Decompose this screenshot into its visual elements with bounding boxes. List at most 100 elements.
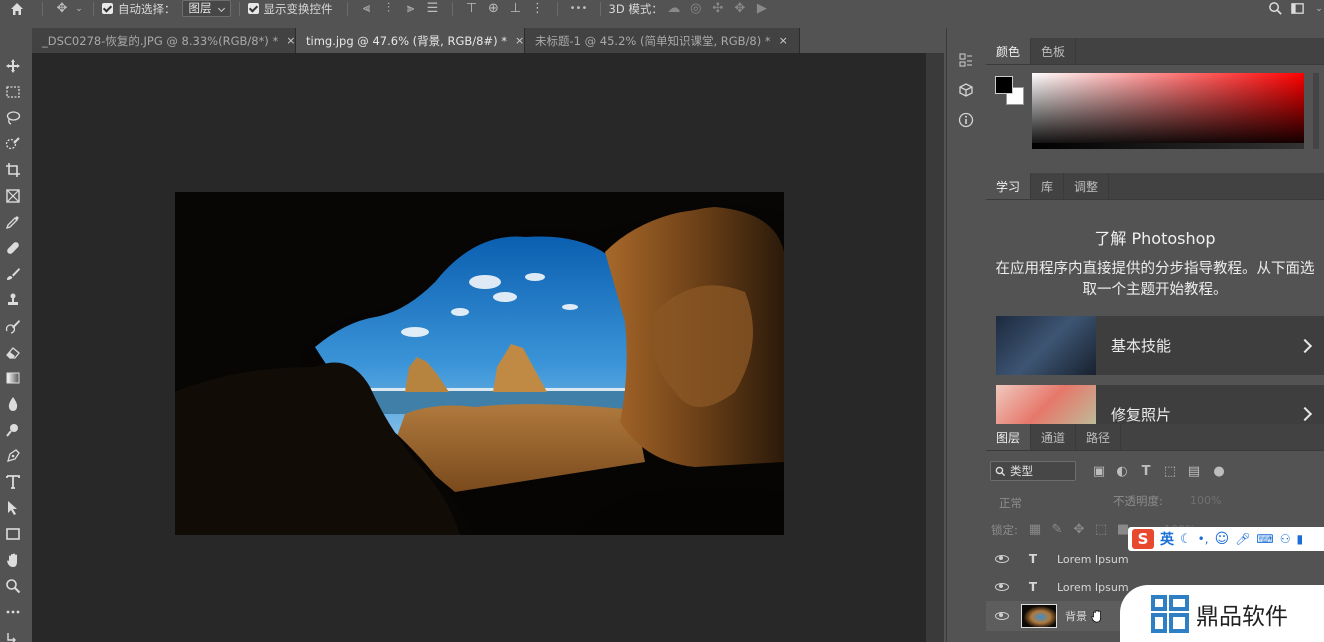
color-scrollbar[interactable] bbox=[1313, 73, 1319, 149]
punctuation-icon[interactable]: •, bbox=[1198, 532, 1209, 546]
document-image[interactable] bbox=[175, 192, 784, 535]
learn-item-basic-skills[interactable]: 基本技能 bbox=[996, 316, 1324, 375]
crop-tool-icon[interactable] bbox=[0, 157, 26, 183]
more-options-button[interactable]: ••• bbox=[566, 0, 592, 17]
3d-roll-icon[interactable]: ◎ bbox=[685, 0, 707, 17]
align-top-icon[interactable]: ⊤ bbox=[461, 0, 483, 17]
workspace-icon[interactable] bbox=[1286, 0, 1308, 17]
eye-icon[interactable] bbox=[995, 555, 1009, 563]
history-panel-icon[interactable] bbox=[947, 45, 984, 75]
opacity-value[interactable]: 100% bbox=[1190, 494, 1221, 507]
distribute-vertical-icon[interactable]: ⋮ bbox=[527, 0, 549, 17]
rectangle-tool-icon[interactable] bbox=[0, 521, 26, 547]
3d-camera-icon[interactable]: ▶ bbox=[751, 0, 773, 17]
filter-shape-icon[interactable]: ⬚ bbox=[1159, 463, 1181, 480]
checkbox-checked-icon[interactable] bbox=[247, 3, 259, 14]
align-bottom-icon[interactable]: ⊥ bbox=[505, 0, 527, 17]
separator bbox=[93, 1, 94, 16]
close-icon[interactable]: × bbox=[515, 34, 524, 47]
tab-paths[interactable]: 路径 bbox=[1076, 424, 1122, 450]
tab-document-1[interactable]: _DSC0278-恢复的.JPG @ 8.33%(RGB/8*) * × bbox=[32, 28, 296, 53]
swap-colors-icon[interactable] bbox=[0, 625, 26, 642]
tab-channels[interactable]: 通道 bbox=[1031, 424, 1077, 450]
toolbox-icon[interactable]: ▮ bbox=[1297, 532, 1304, 546]
close-icon[interactable]: × bbox=[779, 34, 788, 47]
ime-language-toggle[interactable]: 英 bbox=[1160, 529, 1174, 549]
tab-adjustments[interactable]: 调整 bbox=[1064, 173, 1110, 199]
user-icon[interactable]: ⚇ bbox=[1280, 532, 1291, 546]
align-middle-icon[interactable]: ⊕ bbox=[483, 0, 505, 17]
clone-stamp-tool-icon[interactable] bbox=[0, 287, 26, 313]
auto-select-checkbox[interactable]: 自动选择： bbox=[102, 0, 176, 17]
auto-select-dropdown[interactable]: 图层 bbox=[181, 0, 231, 17]
lock-position-icon[interactable]: ✥ bbox=[1068, 521, 1090, 538]
distribute-icon[interactable]: ☰ bbox=[422, 0, 444, 17]
filter-pixel-icon[interactable]: ▣ bbox=[1088, 463, 1110, 480]
tab-swatches[interactable]: 色板 bbox=[1031, 38, 1077, 64]
quick-selection-tool-icon[interactable] bbox=[0, 131, 26, 157]
align-center-icon[interactable]: ⫶ bbox=[378, 0, 400, 17]
chevron-down-icon[interactable]: ⌄ bbox=[1314, 0, 1324, 17]
move-tool-icon[interactable] bbox=[0, 53, 26, 79]
align-left-icon[interactable]: ⫷ bbox=[356, 0, 378, 17]
tab-libraries[interactable]: 库 bbox=[1031, 173, 1065, 199]
sogou-logo-icon[interactable]: S bbox=[1132, 529, 1154, 549]
align-right-icon[interactable]: ⫸ bbox=[400, 0, 422, 17]
edit-toolbar-icon[interactable] bbox=[0, 599, 26, 625]
eraser-tool-icon[interactable] bbox=[0, 339, 26, 365]
hand-tool-icon[interactable] bbox=[0, 547, 26, 573]
brush-tool-icon[interactable] bbox=[0, 261, 26, 287]
3d-pan-icon[interactable]: ✣ bbox=[707, 0, 729, 17]
filter-type-icon[interactable]: T bbox=[1135, 463, 1157, 480]
vertical-scrollbar[interactable] bbox=[926, 53, 944, 642]
home-icon[interactable] bbox=[0, 0, 34, 17]
checkbox-checked-icon[interactable] bbox=[102, 3, 113, 14]
history-brush-tool-icon[interactable] bbox=[0, 313, 26, 339]
chevron-down-icon[interactable]: ⌄ bbox=[73, 0, 85, 17]
color-spectrum-bar[interactable] bbox=[1032, 143, 1304, 149]
foreground-color-swatch[interactable] bbox=[995, 76, 1013, 94]
emoji-icon[interactable]: ☺ bbox=[1215, 531, 1230, 547]
learn-item-fix-photos[interactable]: 修复照片 bbox=[996, 385, 1324, 425]
tab-document-2[interactable]: timg.jpg @ 47.6% (背景, RGB/8#) * × bbox=[296, 28, 525, 53]
moon-icon[interactable]: ☾ bbox=[1180, 532, 1192, 547]
show-transform-checkbox[interactable]: 显示变换控件 bbox=[247, 0, 333, 17]
gradient-tool-icon[interactable] bbox=[0, 365, 26, 391]
search-icon[interactable] bbox=[1264, 0, 1286, 17]
type-tool-icon[interactable] bbox=[0, 469, 26, 495]
lock-artboard-icon[interactable]: ⬚ bbox=[1090, 521, 1112, 538]
3d-orbit-icon[interactable]: ☁ bbox=[663, 0, 685, 17]
filter-smart-object-icon[interactable]: ▤ bbox=[1183, 463, 1205, 480]
3d-slide-icon[interactable]: ✥ bbox=[729, 0, 751, 17]
tab-layers[interactable]: 图层 bbox=[986, 424, 1032, 450]
keyboard-icon[interactable]: ⌨ bbox=[1256, 532, 1273, 546]
filter-toggle-icon[interactable]: ● bbox=[1208, 463, 1230, 480]
3d-panel-icon[interactable] bbox=[947, 75, 984, 105]
marquee-tool-icon[interactable] bbox=[0, 79, 26, 105]
zoom-tool-icon[interactable] bbox=[0, 573, 26, 599]
path-selection-tool-icon[interactable] bbox=[0, 495, 26, 521]
frame-tool-icon[interactable] bbox=[0, 183, 26, 209]
lasso-tool-icon[interactable] bbox=[0, 105, 26, 131]
close-icon[interactable]: × bbox=[286, 34, 295, 47]
microphone-icon[interactable]: 🎤︎ bbox=[1235, 532, 1250, 546]
tab-color[interactable]: 颜色 bbox=[986, 38, 1032, 64]
tab-document-3[interactable]: 未标题-1 @ 45.2% (简单知识课堂, RGB/8) * × bbox=[525, 28, 800, 53]
healing-brush-tool-icon[interactable] bbox=[0, 235, 26, 261]
filter-adjustment-icon[interactable]: ◐ bbox=[1111, 463, 1133, 480]
eyedropper-tool-icon[interactable] bbox=[0, 209, 26, 235]
pen-tool-icon[interactable] bbox=[0, 443, 26, 469]
color-field[interactable] bbox=[1032, 73, 1304, 149]
eye-icon[interactable] bbox=[995, 583, 1009, 591]
tab-learn[interactable]: 学习 bbox=[986, 173, 1032, 199]
layers-panel-tabs: 图层 通道 路径 bbox=[986, 424, 1324, 451]
layer-filter-dropdown[interactable]: 类型 bbox=[990, 461, 1076, 481]
info-panel-icon[interactable] bbox=[947, 105, 984, 135]
move-tool-icon[interactable]: ✥ bbox=[51, 0, 73, 17]
lock-transparent-icon[interactable]: ▦ bbox=[1024, 521, 1046, 538]
blend-mode-dropdown[interactable]: 正常 bbox=[999, 495, 1022, 511]
lock-pixels-icon[interactable]: ✎ bbox=[1046, 521, 1068, 538]
eye-icon[interactable] bbox=[995, 612, 1009, 620]
blur-tool-icon[interactable] bbox=[0, 391, 26, 417]
dodge-tool-icon[interactable] bbox=[0, 417, 26, 443]
